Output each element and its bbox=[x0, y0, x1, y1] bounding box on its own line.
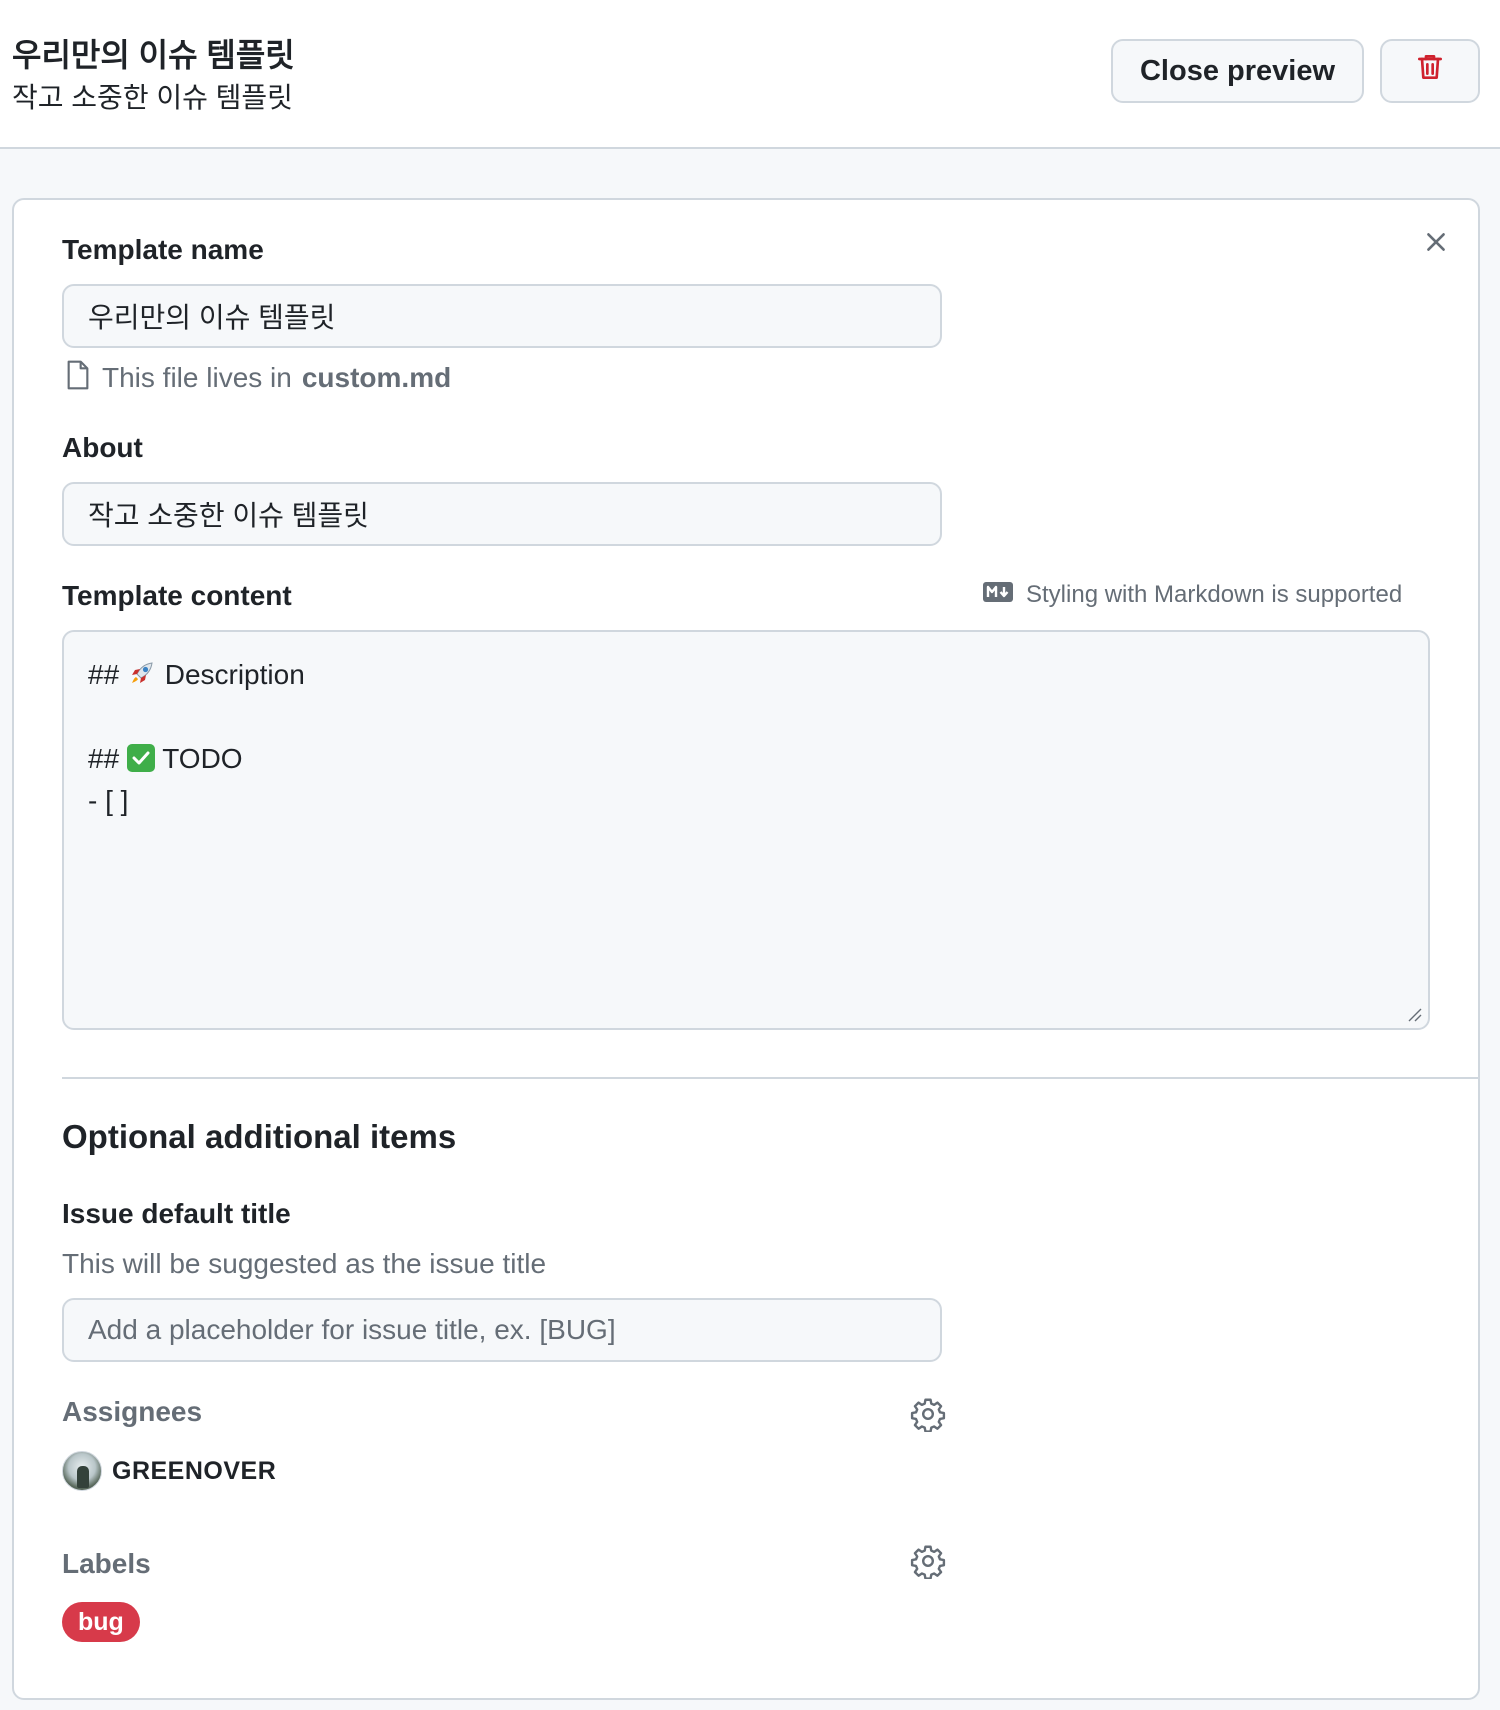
file-location-note: This file lives in custom.md bbox=[64, 358, 451, 398]
content-line: - [ ] bbox=[88, 785, 129, 816]
file-note-text: This file lives in bbox=[102, 362, 292, 393]
label-chip-bug[interactable]: bug bbox=[62, 1602, 140, 1642]
issue-default-title-label: Issue default title bbox=[62, 1198, 291, 1229]
markdown-support-note[interactable]: Styling with Markdown is supported bbox=[982, 578, 1402, 612]
resize-handle[interactable] bbox=[1406, 1006, 1422, 1022]
gear-icon[interactable] bbox=[910, 1543, 946, 1580]
markdown-icon bbox=[982, 581, 1014, 610]
optional-section-title: Optional additional items bbox=[62, 1118, 457, 1155]
close-preview-button[interactable]: Close preview bbox=[1111, 39, 1364, 103]
rocket-emoji bbox=[127, 658, 157, 688]
about-label: About bbox=[62, 432, 143, 463]
markdown-note-text: Styling with Markdown is supported bbox=[1026, 581, 1403, 608]
template-content-label: Template content bbox=[62, 580, 292, 611]
labels-label: Labels bbox=[62, 1548, 151, 1579]
avatar bbox=[62, 1451, 102, 1491]
delete-button[interactable] bbox=[1380, 39, 1480, 103]
assignee-name: GREENOVER bbox=[112, 1456, 277, 1485]
page-title: 우리만의 이슈 템플릿 bbox=[12, 37, 295, 73]
content-line: ## TODO bbox=[88, 743, 243, 774]
about-input[interactable] bbox=[62, 482, 942, 546]
assignee-item[interactable]: GREENOVER bbox=[62, 1450, 276, 1492]
page-subtitle: 작고 소중한 이슈 템플릿 bbox=[12, 82, 293, 113]
template-content-textarea[interactable]: ## Description ## TODO - [ ] bbox=[62, 630, 1430, 1030]
issue-default-title-input[interactable] bbox=[62, 1298, 942, 1362]
content-line: ## Description bbox=[88, 658, 305, 690]
template-name-input[interactable] bbox=[62, 284, 942, 348]
template-name-label: Template name bbox=[62, 234, 264, 265]
section-divider bbox=[62, 1077, 1478, 1079]
assignees-label: Assignees bbox=[62, 1396, 203, 1427]
gear-icon[interactable] bbox=[910, 1396, 946, 1433]
check-mark-emoji bbox=[126, 744, 155, 772]
file-icon bbox=[64, 359, 92, 398]
file-note-filename: custom.md bbox=[301, 362, 452, 393]
close-icon[interactable] bbox=[1412, 218, 1460, 266]
content-line-empty bbox=[88, 696, 1404, 738]
preview-header: 우리만의 이슈 템플릿 작고 소중한 이슈 템플릿 Close preview bbox=[0, 0, 1500, 149]
trash-icon bbox=[1414, 51, 1446, 91]
issue-default-title-helper: This will be suggested as the issue titl… bbox=[62, 1248, 547, 1279]
